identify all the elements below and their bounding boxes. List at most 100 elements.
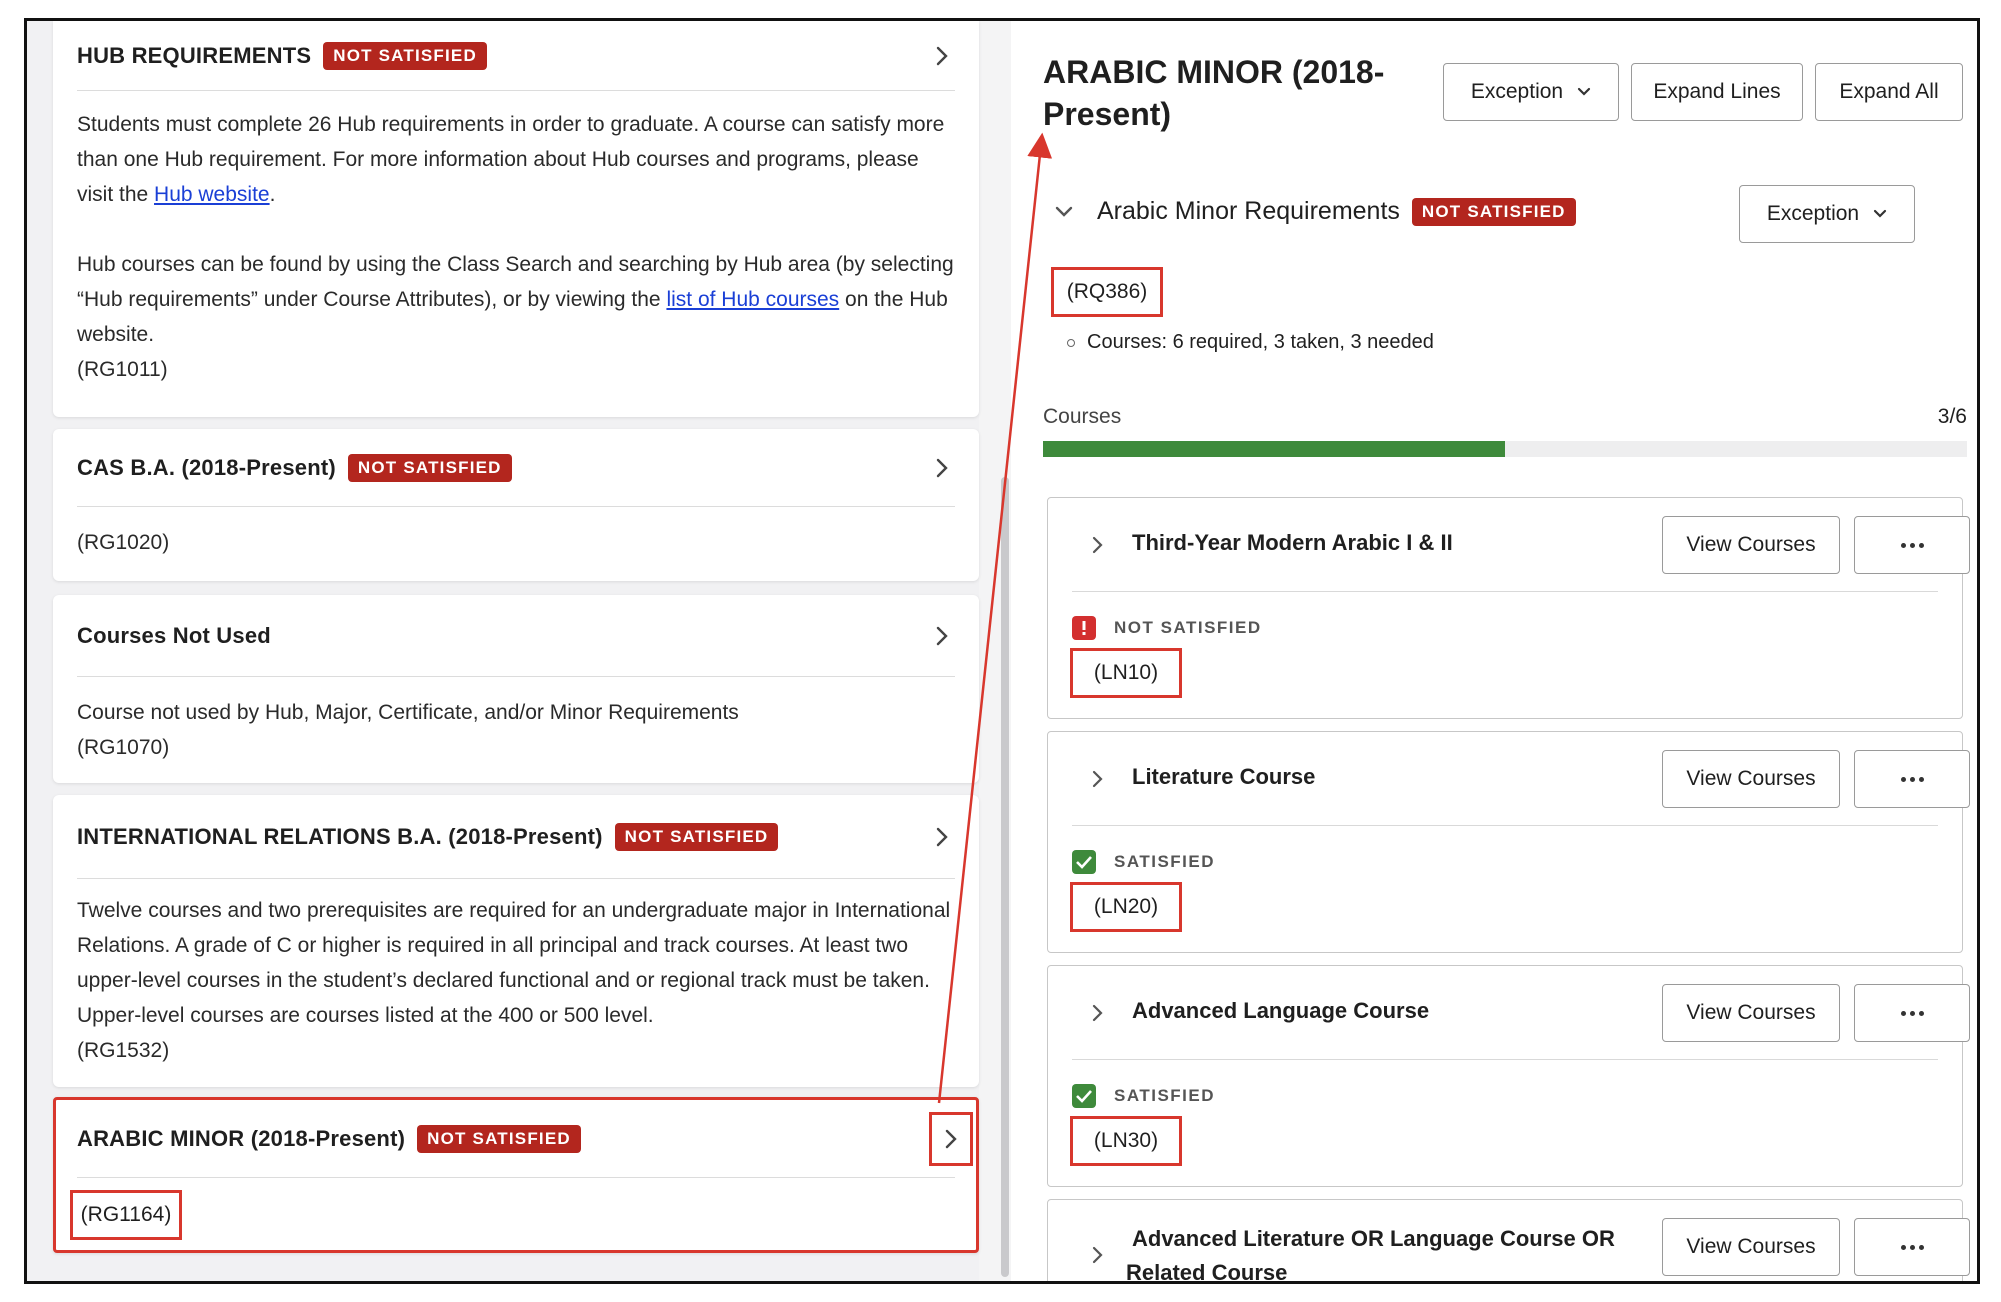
chevron-right-icon[interactable]: [1092, 1004, 1104, 1022]
card-header[interactable]: CAS B.A. (2018-Present) NOT SATISFIED: [77, 429, 955, 507]
requirement-card: Advanced Literature OR Language Course O…: [1047, 1199, 1970, 1281]
chevron-right-icon[interactable]: [1092, 770, 1104, 788]
status-badge: NOT SATISFIED: [347, 453, 512, 482]
page-title: ARABIC MINOR (2018-Present): [1043, 54, 1385, 132]
requirement-card: Third-Year Modern Arabic I & II View Cou…: [1047, 497, 1970, 719]
section-header[interactable]: Arabic Minor Requirements NOT SATISFIED: [1055, 197, 1576, 226]
card-title: CAS B.A. (2018-Present): [77, 454, 336, 480]
rule-code: (RG1020): [77, 531, 170, 554]
requirement-card: Literature Course View Courses SATISFIED…: [1047, 731, 1970, 953]
chevron-right-icon[interactable]: [929, 824, 955, 850]
progress-label: Courses: [1043, 405, 1122, 428]
card-title: Courses Not Used: [77, 622, 271, 648]
chevron-right-icon[interactable]: [929, 455, 955, 481]
card-paragraph: Hub courses can be found by using the Cl…: [77, 253, 954, 381]
chevron-right-icon[interactable]: [929, 43, 955, 69]
card-body: (RG1020): [53, 507, 979, 582]
status-badge: NOT SATISFIED: [323, 41, 487, 70]
requirement-card: Advanced Language Course View Courses SA…: [1047, 965, 1970, 1187]
more-options-button[interactable]: [1854, 984, 1970, 1042]
card-courses-not-used: Courses Not Used Course not used by Hub,…: [53, 595, 979, 783]
card-text: Course not used by Hub, Major, Certifica…: [77, 701, 739, 724]
card-header[interactable]: Courses Not Used: [77, 595, 955, 677]
requirement-header[interactable]: Advanced Literature OR Language Course O…: [1072, 1200, 1970, 1281]
card-header[interactable]: ARABIC MINOR (2018-Present) NOT SATISFIE…: [77, 1100, 973, 1178]
card-title: ARABIC MINOR (2018-Present): [77, 1125, 406, 1151]
section-title: Arabic Minor Requirements: [1097, 197, 1400, 225]
more-options-button[interactable]: [1854, 516, 1970, 574]
screenshot-frame: HUB REQUIREMENTS NOT SATISFIED Students …: [24, 18, 1980, 1284]
card-paragraph: Students must complete 26 Hub requiremen…: [77, 113, 945, 206]
card-title: HUB REQUIREMENTS: [77, 42, 312, 68]
line-code: (LN20): [1093, 895, 1159, 918]
card-hub-requirements: HUB REQUIREMENTS NOT SATISFIED Students …: [53, 21, 979, 417]
hub-courses-link[interactable]: list of Hub courses: [666, 288, 839, 311]
card-title: INTERNATIONAL RELATIONS B.A. (2018-Prese…: [77, 823, 603, 849]
more-options-button[interactable]: [1854, 750, 1970, 808]
view-courses-button[interactable]: View Courses: [1662, 516, 1840, 574]
card-header[interactable]: HUB REQUIREMENTS NOT SATISFIED: [77, 21, 955, 91]
more-options-button[interactable]: [1854, 1218, 1970, 1276]
chevron-right-icon[interactable]: [929, 623, 955, 649]
more-icon: [1900, 776, 1924, 782]
status-badge: NOT SATISFIED: [1411, 197, 1576, 226]
right-panel: ARABIC MINOR (2018-Present) Exception Ex…: [1011, 21, 1977, 1281]
card-body: Twelve courses and two prerequisites are…: [53, 879, 979, 1090]
progress-bar: [1043, 441, 1967, 457]
requirement-header[interactable]: Third-Year Modern Arabic I & II View Cou…: [1072, 498, 1970, 592]
progress-count: 3/6: [1937, 405, 1967, 428]
line-code-highlight: (LN30): [1070, 1116, 1182, 1166]
section-exception-button[interactable]: Exception: [1739, 185, 1915, 243]
chevron-down-icon[interactable]: [1055, 206, 1073, 218]
requirement-code: (RQ386): [1066, 280, 1148, 303]
requirement-title: Literature Course: [1132, 764, 1316, 789]
card-header[interactable]: INTERNATIONAL RELATIONS B.A. (2018-Prese…: [77, 795, 955, 879]
requirement-header[interactable]: Literature Course View Courses: [1072, 732, 1970, 826]
rule-code: (RG1011): [77, 358, 168, 381]
status-row: SATISFIED: [1072, 850, 1215, 874]
status-text: SATISFIED: [1114, 1086, 1216, 1105]
more-icon: [1900, 1244, 1924, 1250]
status-row: SATISFIED: [1072, 1084, 1215, 1108]
card-cas-ba: CAS B.A. (2018-Present) NOT SATISFIED (R…: [53, 429, 979, 581]
card-body: Students must complete 26 Hub requiremen…: [53, 91, 979, 409]
line-code-highlight: (LN10): [1070, 648, 1182, 698]
chevron-right-icon[interactable]: [1092, 1246, 1104, 1264]
card-international-relations: INTERNATIONAL RELATIONS B.A. (2018-Prese…: [53, 795, 979, 1087]
card-text: Twelve courses and two prerequisites are…: [77, 899, 951, 1027]
status-badge: NOT SATISFIED: [614, 822, 779, 851]
checkmark-icon: [1072, 1084, 1096, 1108]
left-panel: HUB REQUIREMENTS NOT SATISFIED Students …: [27, 21, 979, 1281]
alert-icon: [1072, 616, 1096, 640]
chevron-right-icon[interactable]: [1092, 536, 1104, 554]
rule-code: (RG1164): [80, 1203, 172, 1226]
view-courses-button[interactable]: View Courses: [1662, 750, 1840, 808]
view-courses-button[interactable]: View Courses: [1662, 984, 1840, 1042]
expand-all-button[interactable]: Expand All: [1815, 63, 1963, 121]
line-code-highlight: (LN20): [1070, 882, 1182, 932]
chevron-down-icon: [1578, 87, 1591, 96]
hub-website-link[interactable]: Hub website: [154, 183, 270, 206]
scrollbar[interactable]: [1001, 477, 1009, 1277]
status-text: SATISFIED: [1114, 852, 1216, 871]
card-body: Course not used by Hub, Major, Certifica…: [53, 677, 979, 787]
checkmark-icon: [1072, 850, 1096, 874]
requirement-title: Third-Year Modern Arabic I & II: [1132, 530, 1453, 555]
line-code: (LN10): [1093, 661, 1159, 684]
view-courses-button[interactable]: View Courses: [1662, 1218, 1840, 1276]
more-icon: [1900, 542, 1924, 548]
progress-fill: [1043, 441, 1505, 457]
expand-lines-button[interactable]: Expand Lines: [1631, 63, 1803, 121]
requirement-title: Advanced Language Course: [1132, 998, 1430, 1023]
requirement-header[interactable]: Advanced Language Course View Courses: [1072, 966, 1970, 1060]
status-badge: NOT SATISFIED: [417, 1124, 581, 1153]
card-arabic-minor: ARABIC MINOR (2018-Present) NOT SATISFIE…: [53, 1097, 979, 1253]
rule-code: (RG1070): [77, 736, 170, 759]
chevron-right-icon[interactable]: [929, 1111, 973, 1166]
courses-summary: Courses: 6 required, 3 taken, 3 needed: [1067, 331, 1434, 354]
status-text: NOT SATISFIED: [1114, 618, 1262, 637]
bullet-icon: [1067, 338, 1075, 347]
status-row: NOT SATISFIED: [1072, 616, 1262, 640]
more-icon: [1900, 1010, 1924, 1016]
exception-dropdown-button[interactable]: Exception: [1443, 63, 1619, 121]
